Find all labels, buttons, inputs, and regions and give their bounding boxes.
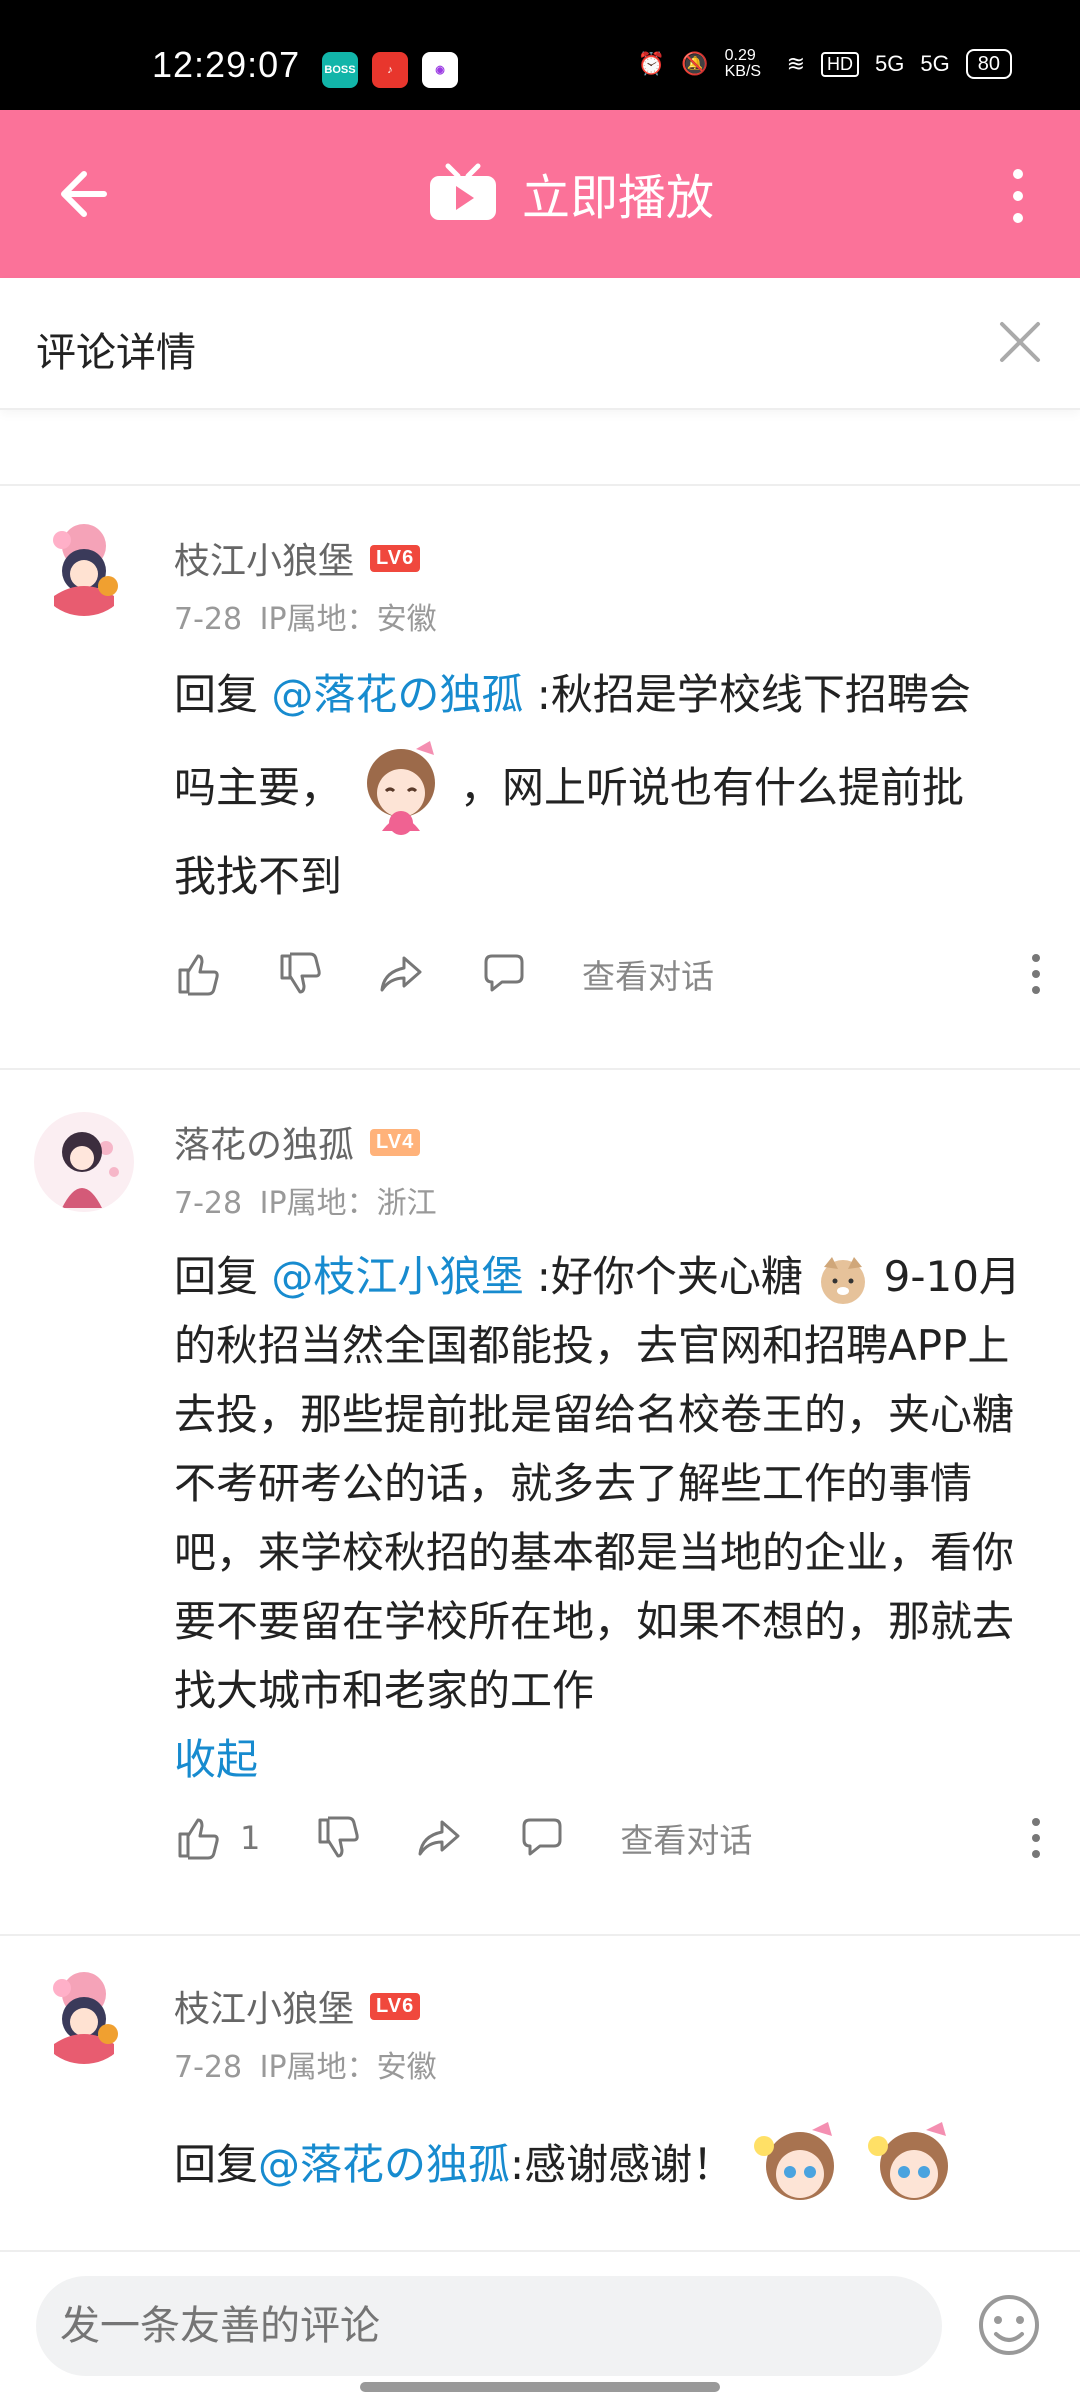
- home-indicator[interactable]: [360, 2382, 720, 2392]
- comment-input[interactable]: [36, 2276, 942, 2376]
- tv-play-icon: [430, 163, 496, 220]
- dog-face-emoji-icon: [821, 1256, 866, 1304]
- comment-body: 回复 @枝江小狼堡 :好你个夹心糖 9-10月的秋招当然全国都能投，去官网和招聘…: [174, 1242, 1034, 1794]
- back-arrow-icon[interactable]: [52, 164, 112, 224]
- username-text: 枝江小狼堡: [174, 541, 355, 582]
- more-vertical-icon[interactable]: [1008, 166, 1028, 226]
- thumbs-down-icon[interactable]: [314, 1814, 362, 1862]
- comment-detail-title: 评论详情: [36, 330, 196, 376]
- signal-5g-2: 5G: [920, 51, 950, 76]
- reply-prefix: 回复: [174, 670, 272, 719]
- comment-text: 我找不到: [174, 852, 343, 901]
- share-icon[interactable]: [416, 1814, 464, 1862]
- mention-link[interactable]: @枝江小狼堡: [271, 1252, 523, 1301]
- avatar[interactable]: [34, 516, 134, 616]
- mention-link[interactable]: @落花の独孤: [258, 2130, 510, 2199]
- share-icon[interactable]: [378, 950, 426, 998]
- comment-ip: IP属地：浙江: [259, 1186, 437, 1221]
- status-app-icons: BOSS ♪ ◉: [322, 52, 458, 88]
- comment-username[interactable]: 落花の独孤 LV4: [174, 1116, 421, 1168]
- reply-prefix: 回复: [174, 1252, 272, 1301]
- comment-ip: IP属地：安徽: [259, 602, 437, 637]
- comment-meta: 7-28 IP属地：安徽: [174, 594, 437, 638]
- signal-5g-1: 5G: [875, 51, 905, 76]
- douyin-app-icon: ♪: [372, 52, 408, 88]
- comment-text: :秋招是学校线下招聘会: [523, 670, 971, 719]
- comment-bubble-icon[interactable]: [518, 1814, 566, 1862]
- sticker-emote-icon: [754, 2122, 835, 2200]
- comment-more-icon[interactable]: [1028, 1814, 1044, 1862]
- comment-body: 回复 @落花の独孤 :感谢感谢！: [174, 2116, 1034, 2212]
- level-badge: LV6: [370, 544, 421, 572]
- mention-link[interactable]: @落花の独孤: [271, 670, 523, 719]
- thumbs-up-icon[interactable]: [174, 950, 222, 998]
- comment-item: 落花の独孤 LV4 7-28 IP属地：浙江 回复 @枝江小狼堡 :好你个夹心糖…: [0, 1070, 1080, 1934]
- like-count: 1: [240, 1819, 261, 1857]
- username-text: 枝江小狼堡: [174, 1989, 355, 2030]
- reply-prefix: 回复: [174, 2139, 259, 2189]
- avatar[interactable]: [34, 1964, 134, 2064]
- view-conversation-link[interactable]: 查看对话: [582, 950, 714, 998]
- status-bar: 12:29:07 BOSS ♪ ◉ ⏰ 🔕 0.29 KB/S ≋ HD 5G …: [0, 0, 1080, 110]
- sticker-emote-icon: [367, 741, 436, 835]
- sticker-emote-icon: [868, 2122, 949, 2200]
- comment-ip: IP属地：安徽: [259, 2050, 437, 2085]
- comment-meta: 7-28 IP属地：浙江: [174, 1178, 437, 1222]
- comment-username[interactable]: 枝江小狼堡 LV6: [174, 532, 421, 584]
- comment-bubble-icon[interactable]: [480, 950, 528, 998]
- view-conversation-link[interactable]: 查看对话: [620, 1814, 752, 1862]
- comment-text: :感谢感谢！: [510, 2139, 735, 2189]
- comment-date: 7-28: [174, 2050, 243, 2085]
- comment-item: 枝江小狼堡 LV6 7-28 IP属地：安徽 回复 @落花の独孤 :感谢感谢！: [0, 1936, 1080, 2250]
- level-badge: LV6: [370, 1992, 421, 2020]
- comment-detail-header: 评论详情: [0, 278, 1080, 410]
- username-text: 落花の独孤: [174, 1125, 355, 1166]
- mute-icon: 🔕: [681, 51, 709, 76]
- level-badge: LV4: [370, 1128, 421, 1156]
- status-time: 12:29:07: [152, 44, 301, 85]
- thumbs-up-icon[interactable]: [174, 1814, 222, 1862]
- comment-text: :好你个夹心糖: [523, 1252, 803, 1301]
- wifi-icon: ≋: [786, 51, 806, 76]
- emoji-face-icon[interactable]: [976, 2292, 1042, 2358]
- play-now-label: 立即播放: [522, 170, 715, 226]
- thumbs-down-icon[interactable]: [276, 950, 324, 998]
- boss-app-icon: BOSS: [322, 52, 358, 88]
- comment-text: 9-10月的秋招当然全国都能投，去官网和招聘APP上去投，那些提前批是留给名校卷…: [174, 1252, 1021, 1715]
- comment-text: 吗主要，: [174, 762, 343, 812]
- close-icon[interactable]: [996, 318, 1044, 366]
- comment-meta: 7-28 IP属地：安徽: [174, 2042, 437, 2086]
- hd-badge: HD: [821, 51, 860, 77]
- comment-input-bar: [0, 2250, 1080, 2402]
- comment-item: 枝江小狼堡 LV6 7-28 IP属地：安徽 回复 @落花の独孤 :秋招是学校线…: [0, 486, 1080, 1068]
- comment-username[interactable]: 枝江小狼堡 LV6: [174, 1980, 421, 2032]
- net-speed: 0.29 KB/S: [724, 47, 762, 80]
- comment-date: 7-28: [174, 602, 243, 637]
- top-bar: 立即播放: [0, 110, 1080, 278]
- comment-text: ，网上听说也有什么提前批: [460, 762, 965, 812]
- collapse-link[interactable]: 收起: [174, 1725, 1034, 1794]
- play-now-button[interactable]: 立即播放: [428, 158, 714, 228]
- avatar[interactable]: [34, 1112, 134, 1212]
- comment-date: 7-28: [174, 1186, 243, 1221]
- alarm-icon: ⏰: [637, 51, 666, 76]
- comment-actions: 1 查看对话: [174, 1814, 752, 1862]
- comment-body: 回复 @落花の独孤 :秋招是学校线下招聘会 吗主要， ，网上听说也有什么提前批 …: [174, 660, 1034, 914]
- status-indicators: ⏰ 🔕 0.29 KB/S ≋ HD 5G 5G 80: [638, 48, 1012, 80]
- battery-indicator: 80: [965, 49, 1012, 79]
- camera-app-icon: ◉: [422, 52, 458, 88]
- comment-actions: 查看对话: [174, 950, 714, 998]
- comment-more-icon[interactable]: [1028, 950, 1044, 998]
